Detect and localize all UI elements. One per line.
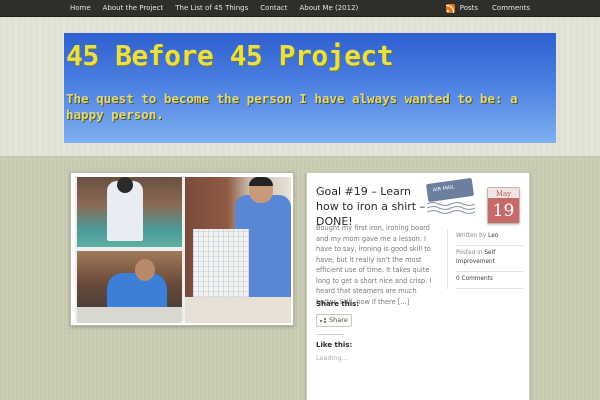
meta-author-label: Written by [456,233,487,239]
airmail-stamp-icon: AIR MAIL [425,177,485,215]
nav-contact[interactable]: Contact [260,0,287,17]
nav-list-45-things[interactable]: The List of 45 Things [175,0,248,17]
posts-feed-link[interactable]: Posts [460,0,478,17]
nav-about-me[interactable]: About Me (2012) [300,0,359,17]
share-heading: Share this: [316,300,360,308]
site-title: 45 Before 45 Project [66,39,394,72]
comments-feed-link[interactable]: Comments [492,0,530,17]
divider [316,334,344,335]
comments-link[interactable]: 0 Comments [456,276,493,282]
post-excerpt: Bought my first iron, ironing board and … [316,224,432,306]
share-button[interactable]: Share [316,314,352,327]
top-navigation: Home About the Project The List of 45 Th… [0,0,600,17]
author-link[interactable]: Leo [488,233,498,239]
share-button-label: Share [329,316,348,324]
photo-figure-head [135,259,155,281]
post-date-day: 19 [488,198,519,223]
meta-author: Written by Leo [456,229,523,246]
airmail-label-text: AIR MAIL [432,184,456,194]
nav-home[interactable]: Home [70,0,91,17]
photo-holding-shirt [185,177,291,297]
rss-icon [445,4,455,13]
main-menu: Home About the Project The List of 45 Th… [70,0,370,17]
photo-ironing-table [77,307,182,323]
like-heading: Like this: [316,341,353,349]
photo-ironing-board [77,177,182,247]
photo-ironing [77,251,182,323]
nav-about-project[interactable]: About the Project [103,0,164,17]
meta-category: Posted in Self Improvement [456,246,523,272]
header: 45 Before 45 Project The quest to become… [0,17,600,157]
photo-figure-head [117,177,133,193]
photo-collage [75,177,291,323]
postmark-lines-icon [427,202,475,214]
photo-bottom-strip [185,297,291,323]
likes-loading-text: Loading... [316,354,348,362]
featured-image[interactable] [70,172,294,326]
post-card: Goal #19 – Learn how to iron a shirt – D… [306,172,530,400]
post-date-badge: May 19 [487,187,520,224]
site-tagline: The quest to become the person I have al… [66,91,518,122]
post-meta: Written by Leo Posted in Self Improvemen… [447,229,523,289]
meta-category-label: Posted in [456,250,483,256]
feed-links: Posts Comments [445,0,530,17]
meta-comments: 0 Comments [456,272,523,289]
airmail-label: AIR MAIL [425,177,475,203]
site-banner[interactable]: 45 Before 45 Project The quest to become… [64,33,556,143]
photo-figure-hair [249,177,273,186]
share-icon [320,318,326,323]
photo-white-shirt [193,229,249,297]
